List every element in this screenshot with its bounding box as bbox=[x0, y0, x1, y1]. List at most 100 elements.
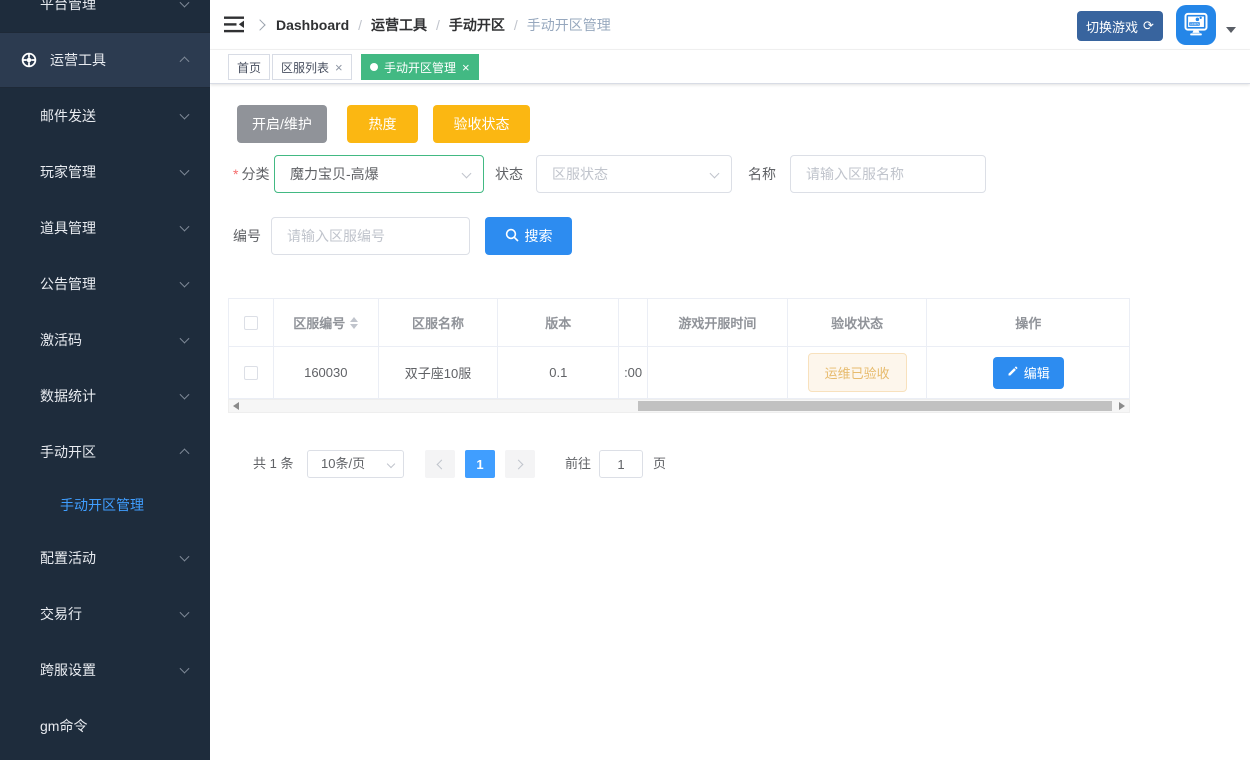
breadcrumb-manual-open[interactable]: 手动开区 bbox=[449, 15, 505, 35]
chevron-down-icon bbox=[710, 169, 720, 179]
chevron-down-icon bbox=[180, 222, 190, 232]
category-label: *分类 bbox=[233, 155, 269, 193]
sidebar-item-announcements[interactable]: 公告管理 bbox=[0, 256, 210, 312]
admin-avatar[interactable]: ADMIN bbox=[1176, 5, 1216, 45]
page-size-value: 10条/页 bbox=[321, 456, 365, 471]
column-header-accept-status: 验收状态 bbox=[788, 299, 928, 346]
cell-server-name: 双子座10服 bbox=[379, 347, 499, 398]
tab-home[interactable]: 首页 bbox=[228, 54, 270, 80]
scrollbar-thumb[interactable] bbox=[638, 401, 1112, 411]
sidebar-item-cross-server[interactable]: 跨服设置 bbox=[0, 642, 210, 698]
sidebar-item-ops-tools[interactable]: 运营工具 bbox=[0, 32, 210, 88]
cell-version: 0.1 bbox=[498, 347, 619, 398]
sidebar-item-label: 激活码 bbox=[40, 330, 82, 350]
prev-page-button[interactable] bbox=[425, 450, 455, 478]
sidebar-item-label: 运营工具 bbox=[50, 50, 106, 70]
sidebar-item-label: 配置活动 bbox=[40, 548, 96, 568]
sidebar-item-activation-codes[interactable]: 激活码 bbox=[0, 312, 210, 368]
cell-open-time bbox=[648, 347, 788, 398]
admin-monitor-icon: ADMIN bbox=[1182, 11, 1210, 39]
sidebar-item-label: 公告管理 bbox=[40, 274, 96, 294]
heat-label: 热度 bbox=[369, 114, 397, 134]
current-page-button[interactable]: 1 bbox=[465, 450, 495, 478]
edit-button[interactable]: 编辑 bbox=[993, 357, 1064, 389]
sidebar-item-platform[interactable]: 平台管理 bbox=[0, 0, 210, 32]
chevron-down-icon bbox=[180, 166, 190, 176]
accept-status-label: 验收状态 bbox=[454, 114, 510, 134]
chevron-down-icon bbox=[180, 552, 190, 562]
column-header-open-time: 游戏开服时间 bbox=[648, 299, 788, 346]
sidebar-item-players[interactable]: 玩家管理 bbox=[0, 144, 210, 200]
cell-server-id: 160030 bbox=[274, 347, 379, 398]
breadcrumb-chevron-icon bbox=[254, 19, 265, 30]
close-icon[interactable]: × bbox=[335, 61, 343, 74]
accepted-status-badge: 运维已验收 bbox=[808, 353, 907, 392]
chevron-down-icon bbox=[180, 278, 190, 288]
cell-actions: 编辑 bbox=[927, 347, 1129, 398]
sidebar-item-statistics[interactable]: 数据统计 bbox=[0, 368, 210, 424]
chevron-down-icon bbox=[180, 110, 190, 120]
tab-manual-open-management[interactable]: 手动开区管理 × bbox=[361, 54, 479, 80]
chevron-down-icon bbox=[462, 169, 472, 179]
tab-label: 手动开区管理 bbox=[384, 59, 456, 76]
main-content: 开启/维护 热度 验收状态 *分类 魔力宝贝-高爆 状态 区服状态 名称 编号 … bbox=[210, 84, 1250, 760]
sidebar-item-mail[interactable]: 邮件发送 bbox=[0, 88, 210, 144]
avatar-caret-down-icon[interactable] bbox=[1226, 27, 1236, 33]
switch-game-label: 切换游戏 bbox=[1086, 17, 1138, 36]
pencil-icon bbox=[1007, 365, 1019, 380]
sidebar-item-manual-open[interactable]: 手动开区 bbox=[0, 424, 210, 480]
breadcrumb-ops-tools[interactable]: 运营工具 bbox=[371, 15, 427, 35]
sidebar-item-trading[interactable]: 交易行 bbox=[0, 586, 210, 642]
switch-game-button[interactable]: 切换游戏 ⟳ bbox=[1077, 11, 1163, 41]
chevron-down-icon bbox=[180, 664, 190, 674]
category-select[interactable]: 魔力宝贝-高爆 bbox=[274, 155, 484, 193]
sidebar-item-manual-open-management[interactable]: 手动开区管理 bbox=[0, 480, 210, 530]
scroll-left-arrow-icon[interactable] bbox=[233, 402, 239, 410]
cell-accept-status: 运维已验收 bbox=[788, 347, 928, 398]
breadcrumb-dashboard[interactable]: Dashboard bbox=[276, 17, 349, 33]
sidebar-item-gm-command[interactable]: gm命令 bbox=[0, 698, 210, 754]
search-button[interactable]: 搜索 bbox=[485, 217, 572, 255]
open-maintain-label: 开启/维护 bbox=[252, 114, 312, 134]
tags-view-bar: 首页 区服列表 × 手动开区管理 × bbox=[210, 50, 1250, 84]
server-code-input[interactable] bbox=[271, 217, 470, 255]
search-label: 搜索 bbox=[525, 226, 553, 246]
sidebar-item-config-activity[interactable]: 配置活动 bbox=[0, 530, 210, 586]
select-all-checkbox[interactable] bbox=[244, 316, 258, 330]
accept-status-button[interactable]: 验收状态 bbox=[433, 105, 530, 143]
sidebar-item-label: 平台管理 bbox=[40, 0, 96, 14]
heat-button[interactable]: 热度 bbox=[347, 105, 418, 143]
column-header-clipped bbox=[619, 299, 648, 346]
status-select[interactable]: 区服状态 bbox=[536, 155, 732, 193]
sidebar-item-label: gm命令 bbox=[40, 716, 87, 736]
sidebar-item-props[interactable]: 道具管理 bbox=[0, 200, 210, 256]
column-header-version: 版本 bbox=[498, 299, 619, 346]
name-label: 名称 bbox=[748, 155, 776, 193]
scroll-right-arrow-icon[interactable] bbox=[1119, 402, 1125, 410]
svg-text:ADMIN: ADMIN bbox=[1190, 22, 1199, 26]
table-row: 160030 双子座10服 0.1 :00 运维已验收 bbox=[229, 346, 1129, 399]
tab-label: 首页 bbox=[237, 59, 261, 76]
active-tab-dot bbox=[370, 63, 378, 71]
life-ring-icon bbox=[20, 51, 38, 69]
goto-page-input[interactable] bbox=[599, 450, 643, 478]
next-page-button[interactable] bbox=[505, 450, 535, 478]
edit-label: 编辑 bbox=[1024, 363, 1050, 382]
column-header-server-id[interactable]: 区服编号 bbox=[274, 299, 379, 346]
sort-carets-icon[interactable] bbox=[350, 317, 358, 329]
chevron-up-icon bbox=[180, 56, 190, 66]
tab-server-list[interactable]: 区服列表 × bbox=[272, 54, 352, 80]
chevron-down-icon bbox=[180, 390, 190, 400]
close-icon[interactable]: × bbox=[462, 61, 470, 74]
server-name-input[interactable] bbox=[790, 155, 986, 193]
page-size-select[interactable]: 10条/页 bbox=[307, 450, 404, 478]
chevron-down-icon bbox=[180, 608, 190, 618]
horizontal-scrollbar[interactable] bbox=[228, 399, 1130, 413]
open-maintain-button[interactable]: 开启/维护 bbox=[237, 105, 327, 143]
sidebar-toggle-icon[interactable] bbox=[224, 16, 244, 38]
row-checkbox[interactable] bbox=[244, 366, 258, 380]
chevron-down-icon bbox=[180, 0, 190, 8]
cell-clipped-time: :00 bbox=[619, 347, 648, 398]
tab-label: 区服列表 bbox=[281, 59, 329, 76]
search-icon bbox=[505, 228, 519, 245]
